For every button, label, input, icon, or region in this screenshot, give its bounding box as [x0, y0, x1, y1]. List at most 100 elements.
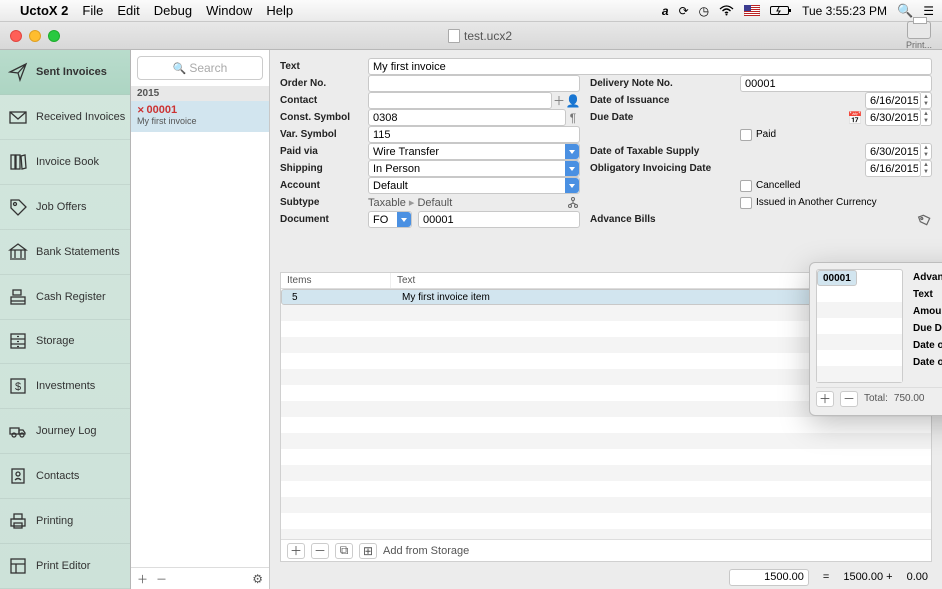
menu-window[interactable]: Window: [206, 3, 252, 18]
delivery-note-input[interactable]: [740, 75, 932, 92]
paid-via-select[interactable]: Wire Transfer: [368, 143, 580, 160]
add-from-storage-button[interactable]: Add from Storage: [383, 545, 469, 557]
layout-icon: [8, 556, 28, 576]
date-stepper[interactable]: ▲▼: [921, 109, 932, 126]
menu-help[interactable]: Help: [266, 3, 293, 18]
flag-icon: [744, 5, 760, 16]
var-symbol-input[interactable]: [368, 126, 580, 143]
paid-checkbox[interactable]: [740, 129, 752, 141]
paper-plane-icon: [8, 62, 28, 82]
menu-debug[interactable]: Debug: [154, 3, 192, 18]
sidebar-item-job-offers[interactable]: Job Offers: [0, 185, 130, 230]
label-paid-via: Paid via: [280, 146, 368, 157]
sidebar-label: Sent Invoices: [36, 66, 107, 78]
app-name[interactable]: UctoX 2: [20, 3, 68, 18]
dollar-icon: $: [8, 376, 28, 396]
account-select[interactable]: Default: [368, 177, 580, 194]
menu-icon[interactable]: ☰: [923, 4, 934, 18]
printer-icon: [8, 511, 28, 531]
sidebar-item-sent-invoices[interactable]: Sent Invoices: [0, 50, 130, 95]
text-input[interactable]: [368, 58, 932, 75]
printer-icon: [907, 21, 931, 39]
label-text: Text: [280, 61, 368, 72]
cash-register-icon: [8, 287, 28, 307]
chevron-down-icon: [397, 212, 411, 227]
add-contact-icon[interactable]: ＋: [552, 94, 566, 108]
popover-add-button[interactable]: ＋: [816, 391, 834, 407]
popover-list-item[interactable]: 00001: [817, 270, 857, 286]
truck-icon: [8, 421, 28, 441]
contact-input[interactable]: [368, 92, 552, 109]
duplicate-item-button[interactable]: ⧉: [335, 543, 353, 559]
zoom-window-button[interactable]: [48, 30, 60, 42]
spotlight-icon[interactable]: 🔍: [897, 3, 913, 19]
add-invoice-button[interactable]: ＋: [137, 571, 148, 587]
date-issuance-input[interactable]: [865, 92, 921, 109]
date-stepper[interactable]: ▲▼: [921, 160, 932, 177]
date-taxable-input[interactable]: [865, 143, 921, 160]
print-label: Print...: [906, 40, 932, 50]
grid-button[interactable]: ⊞: [359, 543, 377, 559]
print-button[interactable]: Print...: [900, 21, 938, 50]
year-header: 2015: [131, 86, 269, 101]
doc-num-input[interactable]: [418, 211, 580, 228]
sidebar-item-investments[interactable]: $ Investments: [0, 364, 130, 409]
settings-button[interactable]: ⚙: [252, 572, 263, 586]
popover-remove-button[interactable]: －: [840, 391, 858, 407]
menubar-clock[interactable]: Tue 3:55:23 PM: [802, 4, 887, 18]
tag-icon[interactable]: [916, 211, 934, 229]
total-extra: 0.00: [907, 571, 928, 583]
sidebar-label: Cash Register: [36, 291, 106, 303]
label-ab-issuance: Date of Issuance: [913, 340, 942, 351]
const-symbol-input[interactable]: [368, 109, 566, 126]
col-items[interactable]: Items: [281, 273, 391, 288]
sidebar-item-printing[interactable]: Printing: [0, 499, 130, 544]
date-stepper[interactable]: ▲▼: [921, 143, 932, 160]
obligatory-date-input[interactable]: [865, 160, 921, 177]
invoice-list-row[interactable]: 00001 My first invoice: [131, 101, 269, 132]
remove-invoice-button[interactable]: －: [156, 571, 167, 587]
sidebar-label: Print Editor: [36, 560, 90, 572]
shipping-select[interactable]: In Person: [368, 160, 580, 177]
sidebar-label: Received Invoices: [36, 111, 125, 123]
date-stepper[interactable]: ▲▼: [921, 92, 932, 109]
person-icon[interactable]: 👤: [566, 94, 580, 108]
sidebar-label: Investments: [36, 380, 95, 392]
sidebar-item-invoice-book[interactable]: Invoice Book: [0, 140, 130, 185]
label-order-no: Order No.: [280, 78, 368, 89]
close-window-button[interactable]: [10, 30, 22, 42]
traffic-lights[interactable]: [0, 30, 60, 42]
sidebar-label: Job Offers: [36, 201, 87, 213]
sidebar-item-journey-log[interactable]: Journey Log: [0, 409, 130, 454]
due-date-input[interactable]: [865, 109, 921, 126]
sidebar-item-cash-register[interactable]: Cash Register: [0, 275, 130, 320]
battery-icon: [770, 5, 792, 16]
sidebar-label: Bank Statements: [36, 246, 120, 258]
sidebar-item-bank-statements[interactable]: Bank Statements: [0, 230, 130, 275]
books-icon: [8, 152, 28, 172]
menu-edit[interactable]: Edit: [117, 3, 139, 18]
add-item-button[interactable]: ＋: [287, 543, 305, 559]
window-title: test.ucx2: [60, 29, 900, 43]
label-ab-amount: Amount: [913, 306, 942, 317]
sidebar-item-storage[interactable]: Storage: [0, 320, 130, 365]
cancelled-checkbox[interactable]: [740, 180, 752, 192]
chevron-down-icon: [565, 161, 579, 176]
total-input[interactable]: [729, 569, 809, 586]
sidebar-item-print-editor[interactable]: Print Editor: [0, 544, 130, 589]
doc-kind-select[interactable]: FO: [368, 211, 412, 228]
hierarchy-icon[interactable]: [566, 196, 580, 210]
subtype-breadcrumb[interactable]: Taxable▸Default: [368, 196, 452, 209]
calendar-icon[interactable]: 📅: [848, 111, 862, 125]
foreign-currency-checkbox[interactable]: [740, 197, 752, 209]
label-obligatory: Obligatory Invoicing Date: [590, 163, 740, 174]
search-input[interactable]: 🔍 Search: [137, 56, 263, 80]
menu-file[interactable]: File: [82, 3, 103, 18]
sidebar-item-received-invoices[interactable]: Received Invoices: [0, 95, 130, 140]
sidebar-item-contacts[interactable]: Contacts: [0, 454, 130, 499]
paragraph-icon[interactable]: ¶: [566, 111, 580, 125]
remove-item-button[interactable]: －: [311, 543, 329, 559]
minimize-window-button[interactable]: [29, 30, 41, 42]
order-no-input[interactable]: [368, 75, 580, 92]
items-footer: ＋ － ⧉ ⊞ Add from Storage: [281, 539, 931, 561]
